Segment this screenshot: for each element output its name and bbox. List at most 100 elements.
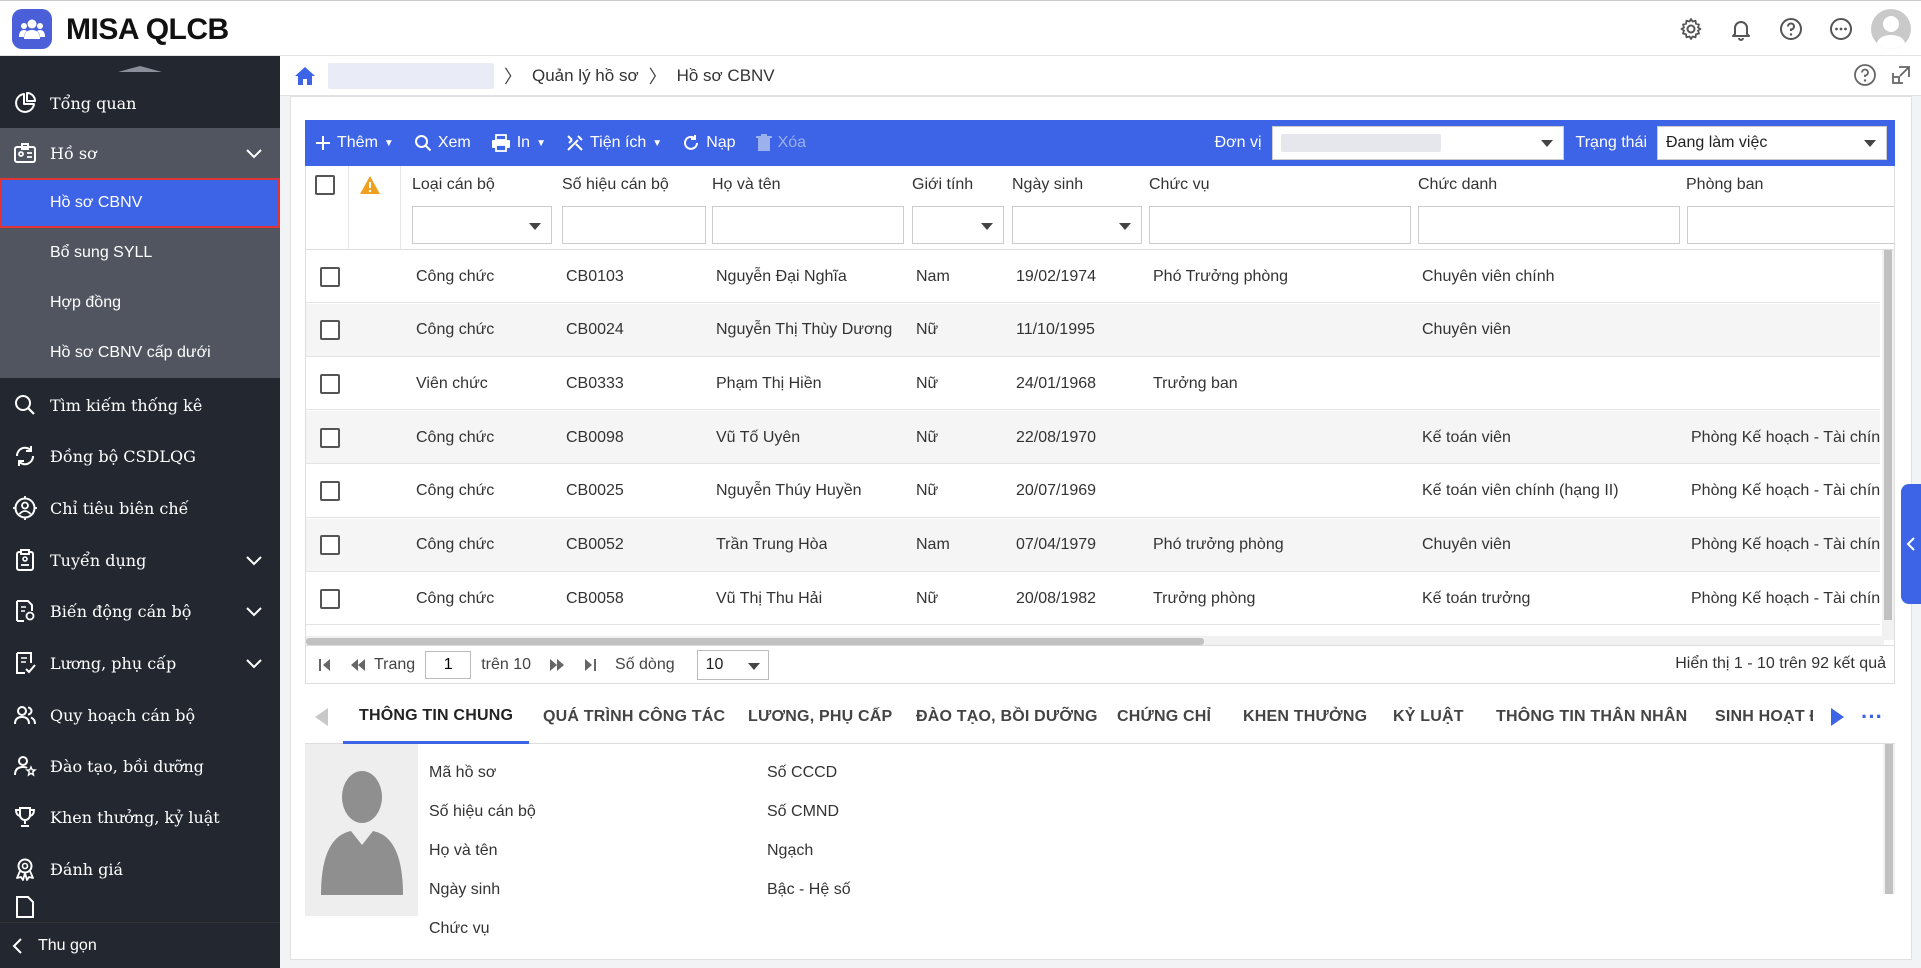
row-checkbox[interactable]: [320, 304, 340, 357]
sidebar-item-staffing-quota[interactable]: Chỉ tiêu biên chế: [0, 483, 280, 533]
tab-scroll-right-icon[interactable]: [1831, 708, 1844, 726]
breadcrumb-item-records-management[interactable]: Quản lý hồ sơ: [532, 66, 639, 86]
cell-birth-date: 22/08/1970: [1016, 428, 1097, 446]
previous-page-icon[interactable]: [350, 658, 366, 672]
filter-department-input[interactable]: [1687, 206, 1894, 244]
user-avatar[interactable]: [1871, 9, 1911, 49]
print-button[interactable]: In ▼: [481, 120, 556, 166]
cell-full-name: Phạm Thị Hiền: [716, 374, 822, 392]
sidebar-item-evaluation[interactable]: Đánh giá: [0, 844, 280, 894]
help-icon[interactable]: [1766, 1, 1816, 57]
grid-vertical-scrollbar[interactable]: [1882, 250, 1894, 640]
chevron-down-icon[interactable]: [244, 601, 264, 621]
filter-birth-date-select[interactable]: [1012, 206, 1142, 244]
column-header-birth-date[interactable]: Ngày sinh: [1006, 166, 1083, 204]
table-row[interactable]: Công chức CB0025 Nguyễn Thúy Huyền Nữ 20/07/…: [306, 465, 1880, 518]
column-header-title[interactable]: Chức danh: [1412, 166, 1497, 204]
delete-button[interactable]: Xóa: [746, 120, 816, 166]
filter-full-name-input[interactable]: [712, 206, 904, 244]
tab-relatives[interactable]: THÔNG TIN THÂN NHÂN: [1496, 690, 1687, 744]
grid-horizontal-scrollbar[interactable]: [306, 636, 1884, 645]
first-page-icon[interactable]: [318, 658, 332, 672]
sidebar-item-staff-planning[interactable]: Quy hoạch cán bộ: [0, 690, 280, 740]
sidebar-item-label: Khen thưởng, kỷ luật: [50, 807, 220, 827]
app-logo-icon[interactable]: [12, 9, 52, 49]
sidebar-item-recruitment[interactable]: Tuyển dụng: [0, 535, 280, 585]
sidebar-item-reports-partial[interactable]: [0, 896, 280, 918]
table-row[interactable]: Công chức CB0052 Trần Trung Hòa Nam 07/04/19…: [306, 518, 1880, 572]
sidebar-subitem-resume-supplement[interactable]: Bổ sung SYLL: [0, 228, 280, 278]
last-page-icon[interactable]: [583, 658, 597, 672]
column-header-staff-type[interactable]: Loại cán bộ: [406, 166, 495, 204]
reload-button[interactable]: Nạp: [672, 120, 745, 166]
row-checkbox[interactable]: [320, 357, 340, 410]
select-all-checkbox[interactable]: [315, 166, 335, 204]
table-row[interactable]: Công chức CB0058 Vũ Thị Thu Hải Nữ 20/08/198…: [306, 572, 1880, 626]
cell-full-name: Nguyễn Thúy Huyền: [716, 482, 862, 500]
row-checkbox[interactable]: [320, 411, 340, 464]
sidebar-item-rewards-discipline[interactable]: Khen thưởng, kỷ luật: [0, 792, 280, 842]
utilities-button[interactable]: Tiện ích ▼: [556, 120, 672, 166]
sidebar-collapse-button[interactable]: Thu gọn: [0, 922, 280, 968]
more-tabs-icon[interactable]: ···: [1861, 706, 1883, 728]
filter-position-input[interactable]: [1149, 206, 1411, 244]
tab-rewards[interactable]: KHEN THƯỞNG: [1243, 690, 1367, 744]
more-options-icon[interactable]: [1816, 1, 1866, 57]
tab-scroll-left-icon[interactable]: [315, 708, 328, 726]
tab-discipline[interactable]: KỶ LUẬT: [1393, 690, 1464, 744]
page-help-icon[interactable]: [1853, 63, 1877, 92]
row-checkbox[interactable]: [320, 465, 340, 518]
chevron-up-icon[interactable]: [244, 143, 264, 163]
right-panel-toggle[interactable]: [1901, 484, 1921, 604]
tab-general-info[interactable]: THÔNG TIN CHUNG: [343, 690, 530, 744]
tab-training[interactable]: ĐÀO TẠO, BỒI DƯỠNG: [916, 690, 1098, 744]
rows-per-page-select[interactable]: 10: [696, 649, 769, 680]
filter-staff-code-input[interactable]: [562, 206, 706, 244]
column-header-staff-code[interactable]: Số hiệu cán bộ: [556, 166, 669, 204]
sidebar-subitem-employee-records[interactable]: Hồ sơ CBNV: [0, 178, 280, 228]
table-row[interactable]: Công chức CB0098 Vũ Tố Uyên Nữ 22/08/1970 Kế …: [306, 411, 1880, 465]
home-icon[interactable]: [294, 66, 324, 86]
status-select[interactable]: Đang làm việc: [1657, 126, 1887, 160]
tab-certificates[interactable]: CHỨNG CHỈ: [1117, 690, 1211, 744]
view-button[interactable]: Xem: [404, 120, 481, 166]
next-page-icon[interactable]: [549, 658, 565, 672]
page-number-input[interactable]: [425, 650, 472, 679]
filter-staff-type-select[interactable]: [412, 206, 552, 244]
notification-bell-icon[interactable]: [1716, 1, 1766, 57]
row-checkbox[interactable]: [320, 572, 340, 625]
chevron-down-icon[interactable]: [244, 653, 264, 673]
breadcrumb-redacted-unit[interactable]: [328, 62, 494, 89]
detail-vertical-scrollbar[interactable]: [1883, 744, 1895, 894]
settings-gear-icon[interactable]: [1666, 1, 1716, 57]
sidebar-item-staff-changes[interactable]: Biến động cán bộ: [0, 586, 280, 636]
unit-select[interactable]: [1271, 126, 1564, 160]
column-header-gender[interactable]: Giới tính: [906, 166, 973, 204]
column-header-position[interactable]: Chức vụ: [1143, 166, 1210, 204]
profile-photo-placeholder[interactable]: [305, 744, 418, 916]
filter-gender-select[interactable]: [912, 206, 1004, 244]
sidebar-item-search-stats[interactable]: Tìm kiếm thống kê: [0, 380, 280, 430]
sidebar-item-sync[interactable]: Đồng bộ CSDLQG: [0, 431, 280, 481]
add-button[interactable]: Thêm ▼: [305, 120, 404, 166]
row-checkbox[interactable]: [320, 519, 340, 572]
sidebar-item-training[interactable]: Đào tạo, bồi dưỡng: [0, 741, 280, 791]
open-new-window-icon[interactable]: [1889, 63, 1913, 92]
table-row[interactable]: Công chức CB0024 Nguyễn Thị Thùy Dương Nữ 11…: [306, 303, 1880, 357]
tab-salary-allowance[interactable]: LƯƠNG, PHỤ CẤP: [748, 690, 892, 744]
sidebar-scroll-handle-icon[interactable]: [118, 66, 162, 72]
column-header-full-name[interactable]: Họ và tên: [706, 166, 780, 204]
tab-activities-partial[interactable]: SINH HOẠT Đ: [1715, 690, 1813, 744]
table-row[interactable]: Công chức CB0103 Nguyễn Đại Nghĩa Nam 19/02/…: [306, 250, 1880, 303]
tab-work-history[interactable]: QUÁ TRÌNH CÔNG TÁC: [543, 690, 725, 744]
filter-title-input[interactable]: [1418, 206, 1680, 244]
sidebar-item-records[interactable]: Hồ sơ: [0, 128, 280, 178]
chevron-down-icon[interactable]: [244, 550, 264, 570]
sidebar-item-salary[interactable]: Lương, phụ cấp: [0, 638, 280, 688]
table-row[interactable]: Viên chức CB0333 Phạm Thị Hiền Nữ 24/01/1968…: [306, 357, 1880, 411]
sidebar-subitem-contracts[interactable]: Hợp đồng: [0, 278, 280, 328]
column-header-department[interactable]: Phòng ban: [1680, 166, 1763, 204]
sidebar-subitem-subordinate-records[interactable]: Hồ sơ CBNV cấp dưới: [0, 328, 280, 378]
sidebar-item-overview[interactable]: Tổng quan: [0, 78, 280, 128]
row-checkbox[interactable]: [320, 250, 340, 303]
